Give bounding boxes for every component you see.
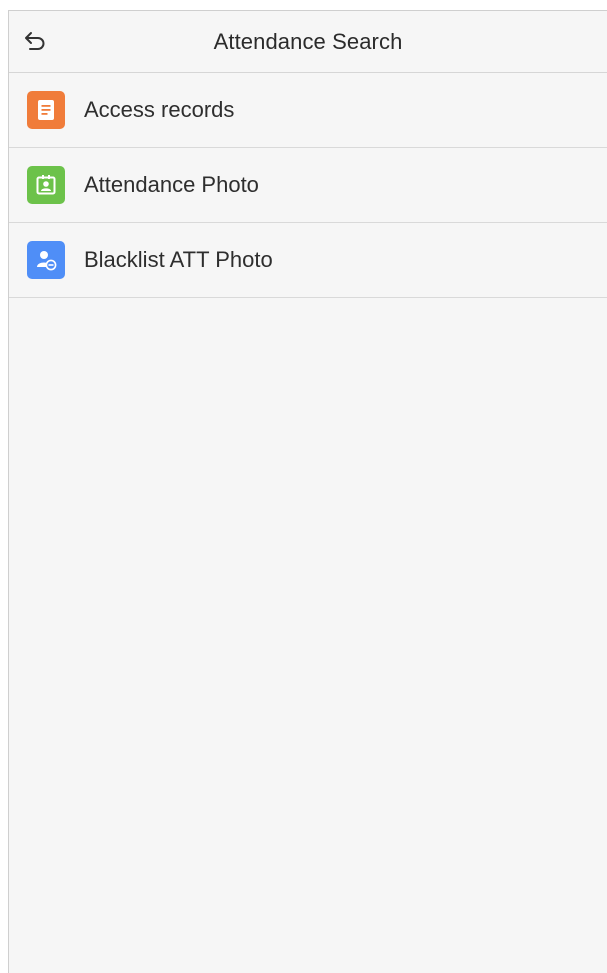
back-button[interactable] [21, 26, 49, 54]
menu-item-label: Access records [84, 97, 235, 122]
menu-item-access-records[interactable]: Access records [9, 73, 607, 148]
title-bar: Attendance Search [9, 11, 607, 73]
document-icon [27, 91, 65, 129]
back-arrow-icon [25, 32, 45, 50]
app-screen: Attendance Search Access records Attenda… [8, 10, 607, 973]
page-title: Attendance Search [213, 28, 403, 54]
menu-item-attendance-photo[interactable]: Attendance Photo [9, 148, 607, 223]
id-card-icon [27, 166, 65, 204]
menu-item-blacklist-att-photo[interactable]: Blacklist ATT Photo [9, 223, 607, 298]
menu-list: Access records Attendance Photo Blacklis… [9, 73, 607, 298]
menu-item-label: Blacklist ATT Photo [84, 247, 273, 272]
menu-item-label: Attendance Photo [84, 172, 259, 197]
user-blocked-icon [27, 241, 65, 279]
